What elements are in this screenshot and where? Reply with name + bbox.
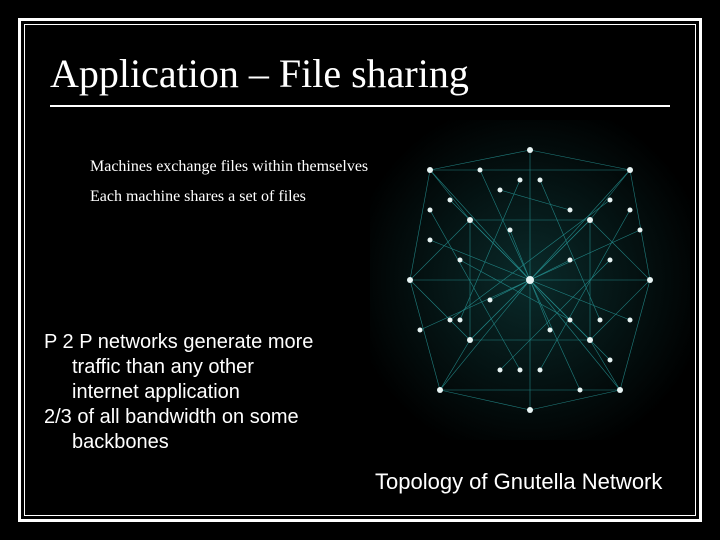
- figure-caption: Topology of Gnutella Network: [375, 469, 695, 495]
- body-line: backbones: [44, 430, 364, 455]
- body-line: traffic than any other: [44, 355, 364, 380]
- network-topology-graphic: [370, 120, 690, 440]
- body-line: internet application: [44, 380, 364, 405]
- body-line: P 2 P networks generate more: [44, 330, 364, 355]
- bullet-list: Machines exchange files within themselve…: [50, 156, 390, 217]
- body-text: P 2 P networks generate more traffic tha…: [44, 330, 364, 455]
- slide-title: Application – File sharing: [50, 50, 670, 107]
- slide: Application – File sharing Machines exch…: [0, 0, 720, 540]
- bullet-item: Machines exchange files within themselve…: [90, 156, 390, 178]
- bullet-item: Each machine shares a set of files: [90, 186, 390, 208]
- body-line: 2/3 of all bandwidth on some: [44, 405, 364, 430]
